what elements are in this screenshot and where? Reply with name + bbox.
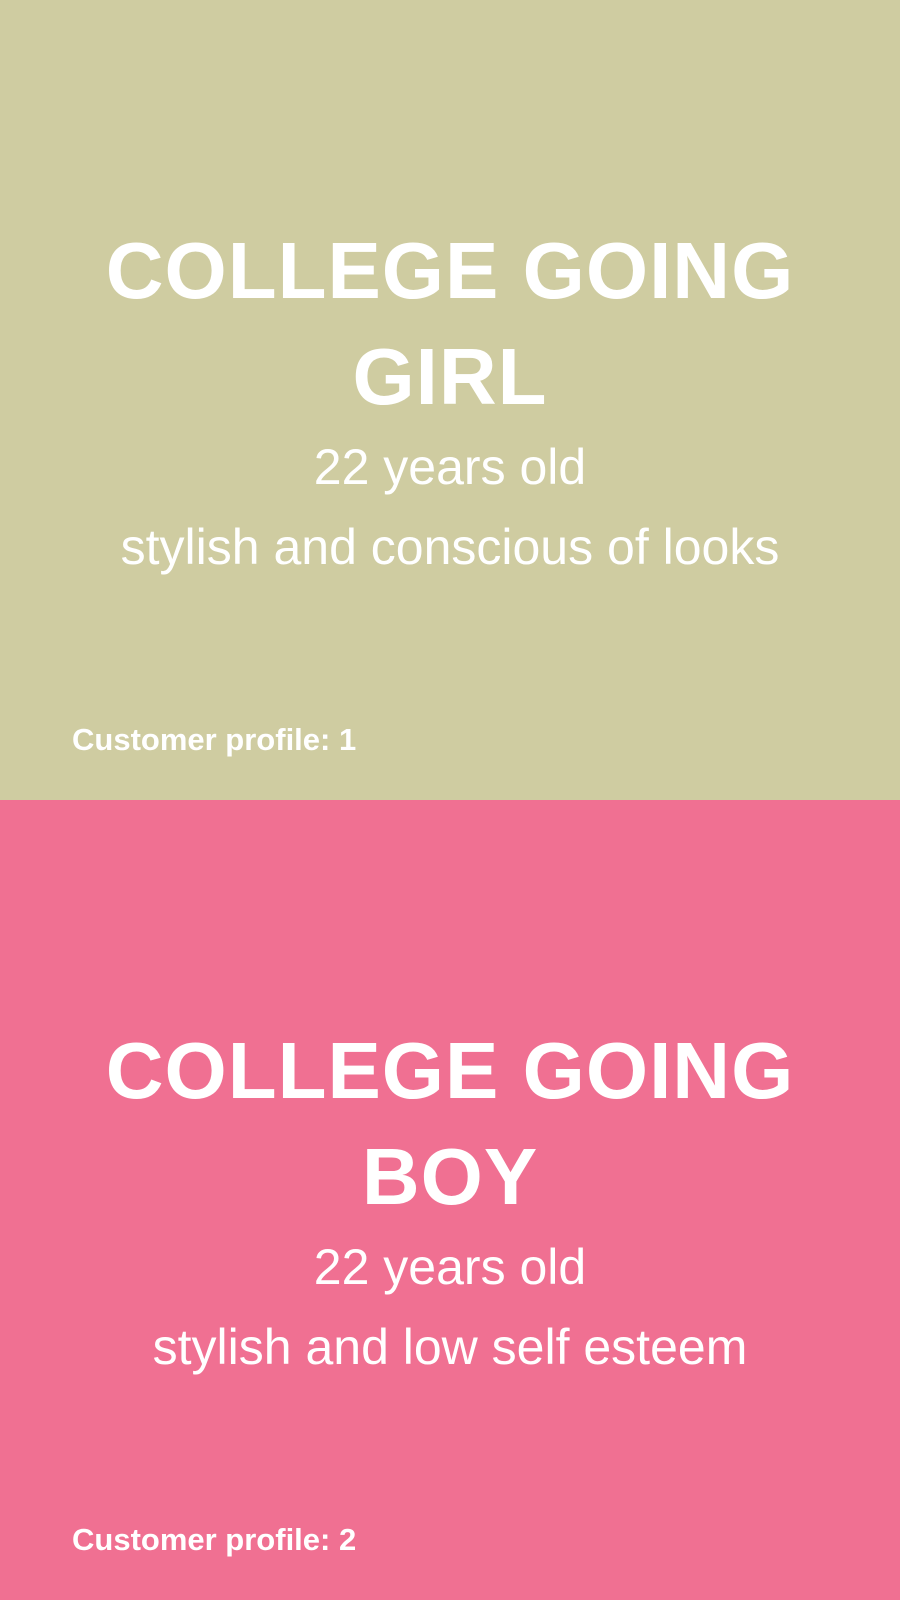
profile-details: 22 years old stylish and low self esteem: [0, 1227, 900, 1387]
profile-label: Customer profile: 1: [72, 722, 357, 757]
profile-title-line-1: COLLEGE GOING: [105, 226, 795, 315]
customer-profile-card-2: COLLEGE GOING BOY 22 years old stylish a…: [0, 800, 900, 1600]
profile-title: COLLEGE GOING BOY: [0, 1018, 900, 1230]
profile-label: Customer profile: 2: [72, 1522, 357, 1557]
profile-title-line-2: GIRL: [352, 332, 548, 421]
profile-title: COLLEGE GOING GIRL: [0, 218, 900, 430]
profile-description: stylish and low self esteem: [152, 1319, 748, 1375]
profile-age: 22 years old: [313, 439, 587, 495]
profile-details: 22 years old stylish and conscious of lo…: [0, 427, 900, 587]
profile-age: 22 years old: [313, 1239, 587, 1295]
profile-title-line-1: COLLEGE GOING: [105, 1026, 795, 1115]
customer-profile-card-1: COLLEGE GOING GIRL 22 years old stylish …: [0, 0, 900, 800]
profile-description: stylish and conscious of looks: [120, 519, 780, 575]
profile-title-line-2: BOY: [361, 1132, 539, 1221]
